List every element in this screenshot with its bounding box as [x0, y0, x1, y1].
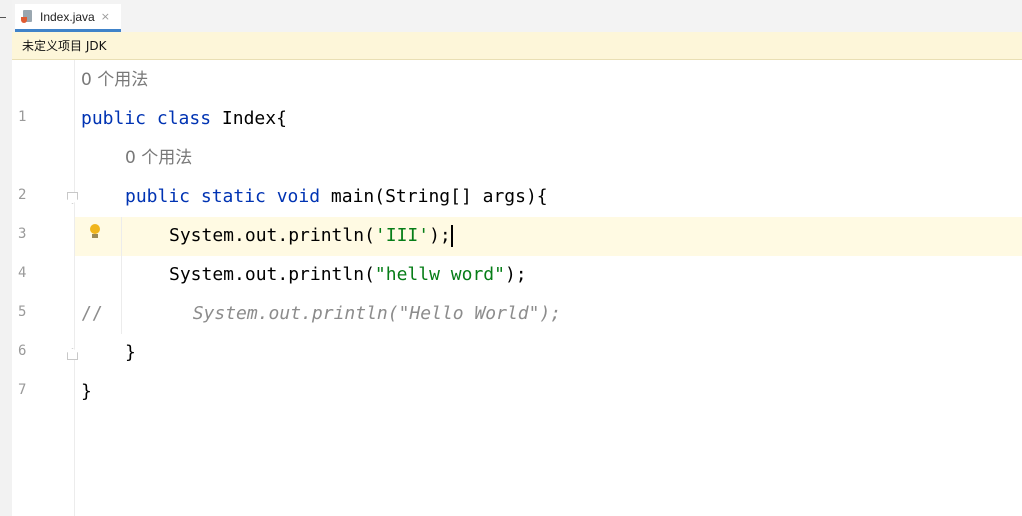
code-line[interactable]: public class Index{	[81, 108, 287, 130]
line-number: 7	[18, 382, 27, 398]
code-token: public static void	[125, 186, 331, 207]
caret-row-highlight	[12, 217, 1022, 256]
code-line[interactable]: public static void main(String[] args){	[125, 186, 548, 208]
line-number: 3	[18, 226, 27, 242]
code-line[interactable]: System.out.println("hellw word");	[169, 264, 527, 286]
code-token: }	[125, 342, 136, 363]
code-editor[interactable]: 1 2 3 4 5 6 7 0 个用法 0 个用法 public class I…	[12, 60, 1022, 516]
code-token: System.out.println("Hello World");	[192, 303, 562, 324]
java-file-icon	[21, 9, 35, 24]
line-number: 6	[18, 343, 27, 359]
line-number: 4	[18, 265, 27, 281]
line-number: 2	[18, 187, 27, 203]
code-line[interactable]: }	[125, 342, 136, 364]
collapse-icon[interactable]	[0, 17, 6, 18]
usage-hint[interactable]: 0 个用法	[81, 69, 148, 91]
code-token: Index{	[221, 108, 287, 129]
code-token: "hellw word"	[374, 264, 505, 285]
banner-message: 未定义项目 JDK	[22, 39, 107, 53]
code-token: //	[81, 303, 103, 324]
usage-hint[interactable]: 0 个用法	[125, 147, 192, 169]
code-token: }	[81, 381, 92, 402]
editor-tab-bar: Index.java ×	[12, 0, 1022, 33]
gutter[interactable]	[12, 60, 75, 516]
code-token: );	[504, 264, 527, 285]
code-token: );	[429, 225, 451, 246]
code-token: System.out.println(	[169, 264, 375, 285]
tab-label: Index.java	[40, 9, 95, 24]
ide-window: Index.java × 未定义项目 JDK 1 2 3 4 5 6 7 0 个…	[0, 0, 1022, 516]
code-line[interactable]: }	[81, 381, 92, 403]
code-line[interactable]: System.out.println('III');	[169, 225, 453, 247]
code-token: System.out.println(	[169, 225, 375, 246]
text-cursor	[450, 225, 453, 247]
jdk-notification-banner: 未定义项目 JDK	[12, 32, 1022, 60]
code-line[interactable]: // System.out.println("Hello World");	[81, 303, 561, 325]
tab-index-java[interactable]: Index.java ×	[15, 4, 121, 32]
close-icon[interactable]: ×	[101, 10, 110, 23]
line-number: 1	[18, 109, 27, 125]
lightbulb-icon[interactable]	[88, 224, 102, 240]
code-token: public class	[81, 108, 222, 129]
line-number: 5	[18, 304, 27, 320]
code-token: 'III'	[374, 225, 430, 246]
code-token: main(String[] args){	[330, 186, 548, 207]
